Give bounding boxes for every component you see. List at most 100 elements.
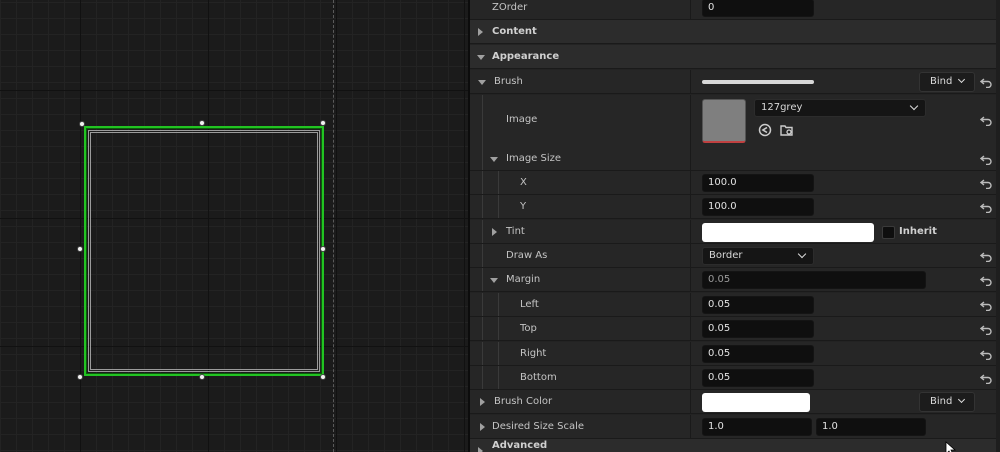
resize-handle-left[interactable]: [77, 246, 83, 252]
margin-right-label: Right: [520, 348, 547, 359]
resize-handle-bottom-right[interactable]: [320, 374, 326, 380]
browse-asset-icon[interactable]: [780, 123, 794, 137]
category-label: Advanced: [492, 440, 548, 451]
asset-name: 127grey: [761, 102, 803, 113]
collapse-arrow-icon[interactable]: [477, 55, 485, 60]
tint-label: Tint: [506, 226, 525, 237]
row-margin: Margin 0.05: [470, 268, 1000, 292]
chevron-down-icon: [957, 75, 966, 84]
reset-to-default-icon[interactable]: [980, 114, 992, 126]
desired-size-scale-x-input[interactable]: 1.0: [702, 418, 812, 436]
mouse-cursor-icon: [945, 441, 957, 452]
reset-to-default-icon[interactable]: [980, 372, 992, 384]
brush-bind-button[interactable]: Bind: [919, 72, 975, 92]
row-image-size: Image Size: [470, 147, 1000, 171]
category-advanced[interactable]: Advanced: [470, 439, 1000, 452]
guide-line: [333, 0, 334, 452]
zorder-input[interactable]: 0: [702, 0, 814, 17]
reset-to-default-icon[interactable]: [980, 323, 992, 335]
resize-handle-bottom-left[interactable]: [77, 374, 83, 380]
row-margin-left: Left 0.05: [470, 293, 1000, 317]
border-brush-preview: [88, 130, 320, 372]
inherit-label: Inherit: [899, 226, 937, 237]
brush-preview-bar: [702, 80, 814, 84]
tint-color-swatch[interactable]: [702, 223, 874, 242]
margin-top-label: Top: [520, 323, 537, 334]
details-panel: ZOrder 0 Content Appearance Brush Bind I…: [468, 0, 1000, 452]
reset-to-default-icon[interactable]: [980, 250, 992, 262]
resize-handle-right[interactable]: [320, 246, 326, 252]
margin-right-input[interactable]: 0.05: [702, 345, 814, 363]
collapse-arrow-icon[interactable]: [490, 278, 498, 283]
resize-handle-top-left[interactable]: [79, 121, 85, 127]
chevron-down-icon: [957, 395, 966, 404]
reset-to-default-icon[interactable]: [980, 274, 992, 286]
brush-color-swatch[interactable]: [702, 393, 810, 412]
image-thumbnail[interactable]: [702, 99, 746, 143]
selected-image-widget[interactable]: [84, 126, 324, 376]
image-asset-picker[interactable]: 127grey: [754, 99, 926, 117]
row-margin-bottom: Bottom 0.05: [470, 366, 1000, 390]
expand-arrow-icon[interactable]: [480, 398, 485, 406]
collapse-arrow-icon[interactable]: [490, 157, 498, 162]
margin-summary[interactable]: 0.05: [702, 271, 926, 289]
image-label: Image: [506, 114, 538, 125]
row-desired-size-scale: Desired Size Scale 1.0 1.0: [470, 415, 1000, 439]
row-brush-color: Brush Color Bind: [470, 390, 1000, 414]
row-draw-as: Draw As Border: [470, 244, 1000, 268]
resize-handle-bottom[interactable]: [199, 374, 205, 380]
resize-handle-top[interactable]: [199, 120, 205, 126]
margin-top-input[interactable]: 0.05: [702, 320, 814, 338]
use-selected-asset-icon[interactable]: [758, 123, 772, 137]
draw-as-label: Draw As: [506, 250, 548, 261]
reset-to-default-icon[interactable]: [980, 177, 992, 189]
resize-handle-top-right[interactable]: [320, 120, 326, 126]
row-tint: Tint Inherit: [470, 220, 1000, 244]
inherit-checkbox[interactable]: [882, 226, 895, 239]
category-appearance[interactable]: Appearance: [470, 45, 1000, 69]
category-content[interactable]: Content: [470, 20, 1000, 44]
scrollbar[interactable]: [996, 0, 1000, 452]
brush-color-label: Brush Color: [494, 396, 553, 407]
bind-label: Bind: [930, 76, 953, 87]
bind-label: Bind: [930, 396, 953, 407]
row-image-size-y: Y 100.0: [470, 195, 1000, 219]
expand-arrow-icon[interactable]: [480, 423, 485, 431]
designer-viewport[interactable]: [0, 0, 468, 452]
chevron-down-icon: [797, 249, 807, 259]
margin-bottom-input[interactable]: 0.05: [702, 369, 814, 387]
zorder-label: ZOrder: [492, 2, 528, 13]
chevron-down-icon: [909, 101, 919, 111]
margin-left-input[interactable]: 0.05: [702, 296, 814, 314]
category-label: Appearance: [492, 51, 560, 62]
row-image-size-x: X 100.0: [470, 171, 1000, 195]
reset-to-default-icon[interactable]: [980, 153, 992, 165]
collapse-arrow-icon[interactable]: [478, 80, 486, 85]
reset-to-default-icon[interactable]: [980, 76, 992, 88]
row-margin-top: Top 0.05: [470, 317, 1000, 341]
row-zorder: ZOrder 0: [470, 0, 1000, 20]
margin-left-label: Left: [520, 299, 539, 310]
row-image: Image 127grey: [470, 95, 1000, 148]
image-size-label: Image Size: [506, 153, 562, 164]
y-label: Y: [520, 201, 527, 212]
image-size-y-input[interactable]: 100.0: [702, 198, 814, 216]
expand-arrow-icon[interactable]: [492, 228, 497, 236]
margin-label: Margin: [506, 274, 541, 285]
desired-size-scale-y-input[interactable]: 1.0: [816, 418, 926, 436]
image-size-x-input[interactable]: 100.0: [702, 174, 814, 192]
reset-to-default-icon[interactable]: [980, 348, 992, 360]
expand-arrow-icon[interactable]: [478, 28, 483, 36]
x-label: X: [520, 177, 527, 188]
reset-to-default-icon[interactable]: [980, 299, 992, 311]
brush-label: Brush: [494, 76, 523, 87]
margin-bottom-label: Bottom: [520, 372, 557, 383]
expand-arrow-icon[interactable]: [478, 447, 483, 452]
row-margin-right: Right 0.05: [470, 342, 1000, 366]
row-brush: Brush Bind: [470, 70, 1000, 94]
category-label: Content: [492, 26, 537, 37]
draw-as-value: Border: [709, 250, 743, 261]
brush-color-bind-button[interactable]: Bind: [919, 392, 975, 412]
reset-to-default-icon[interactable]: [980, 201, 992, 213]
draw-as-dropdown[interactable]: Border: [702, 247, 814, 265]
